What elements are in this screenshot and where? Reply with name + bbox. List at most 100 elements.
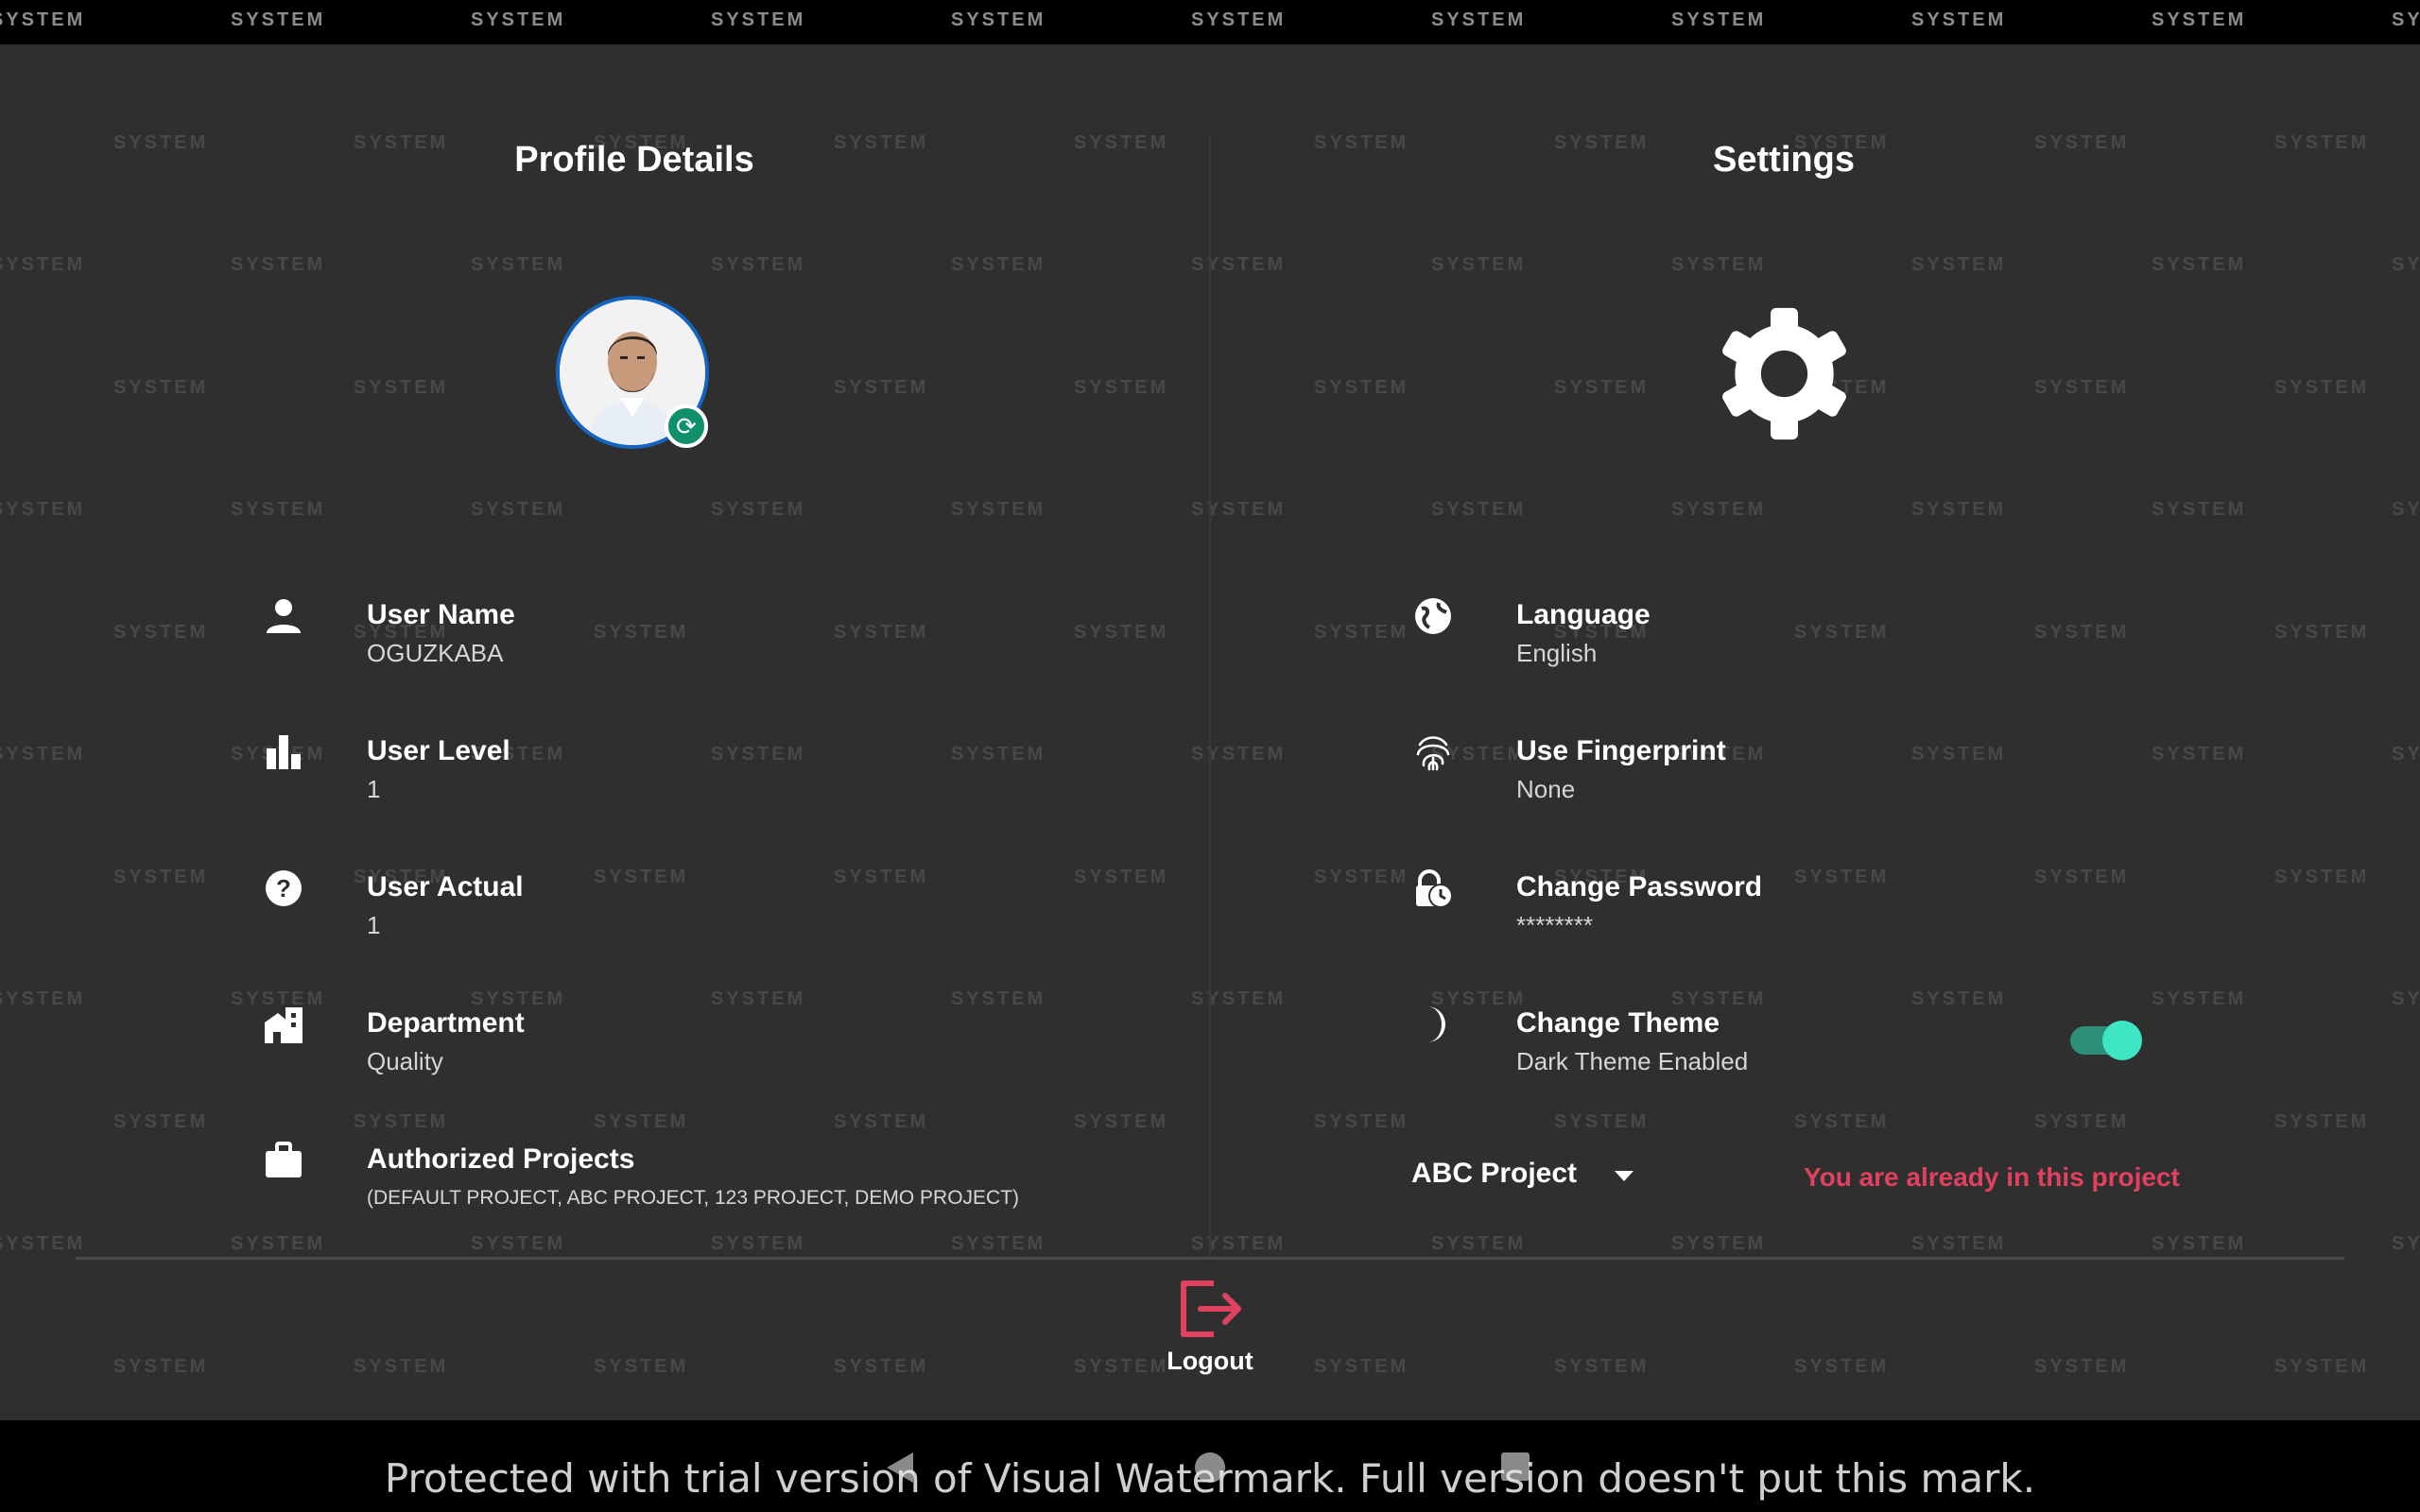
gear-icon	[1722, 307, 1846, 440]
watermark-tile: SYSTEM	[1191, 254, 1287, 275]
watermark-tile: SYSTEM	[711, 499, 806, 520]
watermark-tile: SYSTEM	[471, 499, 566, 520]
watermark-tile: SYSTEM	[951, 988, 1046, 1009]
logout-icon	[1181, 1280, 1241, 1337]
watermark-tile: SYSTEM	[1314, 376, 1409, 398]
watermark-tile: SYSTEM	[1794, 866, 1890, 887]
watermark-tile: SYSTEM	[834, 866, 929, 887]
watermark-tile: SYSTEM	[113, 1355, 209, 1377]
chevron-down-icon[interactable]	[1615, 1171, 1634, 1181]
watermark-tile: SYSTEM	[1671, 499, 1767, 520]
settings-title: Settings	[1713, 140, 1855, 180]
watermark-tile: SYSTEM	[1431, 1233, 1527, 1254]
watermark-tile: SYSTEM	[1074, 621, 1169, 643]
project-dropdown[interactable]: ABC Project	[1411, 1158, 1577, 1190]
watermark-tile: SYSTEM	[1911, 254, 2007, 275]
watermark-tile: SYSTEM	[834, 1355, 929, 1377]
watermark-tile: SYSTEM	[1911, 1233, 2007, 1254]
help-circle-icon: ?	[266, 870, 302, 906]
watermark-tile: SYSTEM	[2152, 744, 2247, 765]
watermark-tile: SYSTEM	[2034, 1110, 2130, 1132]
watermark-tile: SYSTEM	[0, 988, 86, 1009]
watermark-tile: SYSTEM	[1074, 131, 1169, 153]
watermark-tile: SYSTEM	[354, 376, 449, 398]
watermark-tile: SYSTEM	[2392, 744, 2420, 765]
watermark-tile: SYSTEM	[231, 254, 326, 275]
profile-title: Profile Details	[514, 140, 754, 180]
setting-value: None	[1516, 775, 1576, 803]
building-icon	[265, 1007, 302, 1043]
watermark-tile: SYSTEM	[2392, 1233, 2420, 1254]
watermark-tile: SYSTEM	[1314, 866, 1409, 887]
watermark-tile: SYSTEM	[471, 254, 566, 275]
sync-photo-icon[interactable]: ⟳	[665, 404, 708, 448]
watermark-tile: SYSTEM	[354, 1110, 449, 1132]
watermark-tile: SYSTEM	[113, 621, 209, 643]
watermark-tile: SYSTEM	[1794, 621, 1890, 643]
lock-clock-icon	[1416, 869, 1453, 908]
watermark-tile: SYSTEM	[113, 1110, 209, 1132]
profile-label: Authorized Projects	[367, 1143, 635, 1175]
watermark-tile: SYSTEM	[951, 499, 1046, 520]
watermark-tile: SYSTEM	[471, 1233, 566, 1254]
watermark-tile: SYSTEM	[113, 866, 209, 887]
watermark-tile: SYSTEM	[1794, 1355, 1890, 1377]
watermark-tile: SYSTEM	[711, 1233, 806, 1254]
watermark-tile: SYSTEM	[1191, 1233, 1287, 1254]
watermark-tile: SYSTEM	[1911, 499, 2007, 520]
watermark-tile: SYSTEM	[1671, 1233, 1767, 1254]
logout-label: Logout	[1167, 1347, 1253, 1375]
watermark-tile: SYSTEM	[1074, 1110, 1169, 1132]
watermark-tile: SYSTEM	[1554, 376, 1650, 398]
moon-icon	[1427, 1006, 1445, 1042]
watermark-tile: SYSTEM	[2152, 254, 2247, 275]
watermark-tile: SYSTEM	[2274, 131, 2370, 153]
watermark-tile: SYSTEM	[0, 499, 86, 520]
watermark-tile: SYSTEM	[2152, 499, 2247, 520]
project-status-message: You are already in this project	[1804, 1162, 2180, 1192]
status-bar	[0, 0, 2420, 44]
watermark-tile: SYSTEM	[1431, 499, 1527, 520]
watermark-tile: SYSTEM	[711, 744, 806, 765]
watermark-tile: SYSTEM	[2274, 1355, 2370, 1377]
setting-value: Dark Theme Enabled	[1516, 1047, 1749, 1075]
watermark-tile: SYSTEM	[2274, 376, 2370, 398]
watermark-tile: SYSTEM	[1191, 744, 1287, 765]
svg-text:?: ?	[276, 874, 291, 902]
watermark-tile: SYSTEM	[711, 254, 806, 275]
profile-value: (DEFAULT PROJECT, ABC PROJECT, 123 PROJE…	[367, 1187, 1020, 1209]
setting-value: English	[1516, 639, 1598, 667]
setting-label: Use Fingerprint	[1516, 735, 1726, 766]
watermark-tile: SYSTEM	[0, 744, 86, 765]
profile-value: OGUZKABA	[367, 639, 504, 667]
watermark-tile: SYSTEM	[594, 621, 689, 643]
toggle-knob[interactable]	[2102, 1021, 2142, 1060]
watermark-tile: SYSTEM	[113, 376, 209, 398]
watermark-tile: SYSTEM	[1911, 744, 2007, 765]
watermark-tile: SYSTEM	[951, 744, 1046, 765]
watermark-tile: SYSTEM	[113, 131, 209, 153]
setting-label: Change Theme	[1516, 1007, 1720, 1039]
watermark-tile: SYSTEM	[1314, 621, 1409, 643]
watermark-tile: SYSTEM	[0, 1233, 86, 1254]
profile-label: User Level	[367, 735, 510, 766]
watermark-tile: SYSTEM	[2152, 1233, 2247, 1254]
fingerprint-icon	[1416, 736, 1450, 771]
watermark-tile: SYSTEM	[951, 254, 1046, 275]
watermark-tile: SYSTEM	[1671, 254, 1767, 275]
watermark-tile: SYSTEM	[1431, 254, 1527, 275]
profile-label: User Name	[367, 599, 515, 630]
logout-button[interactable]: Logout	[1153, 1278, 1267, 1376]
watermark-tile: SYSTEM	[231, 1233, 326, 1254]
profile-value: 1	[367, 911, 381, 939]
watermark-tile: SYSTEM	[1191, 988, 1287, 1009]
watermark-tile: SYSTEM	[2392, 499, 2420, 520]
watermark-tile: SYSTEM	[1074, 376, 1169, 398]
watermark-tile: SYSTEM	[1794, 1110, 1890, 1132]
setting-value: ********	[1516, 911, 1593, 939]
watermark-notice: Protected with trial version of Visual W…	[384, 1455, 2036, 1502]
watermark-tile: SYSTEM	[0, 254, 86, 275]
theme-toggle[interactable]	[2070, 1021, 2142, 1060]
setting-label: Language	[1516, 599, 1651, 630]
watermark-tile: SYSTEM	[1314, 1355, 1409, 1377]
